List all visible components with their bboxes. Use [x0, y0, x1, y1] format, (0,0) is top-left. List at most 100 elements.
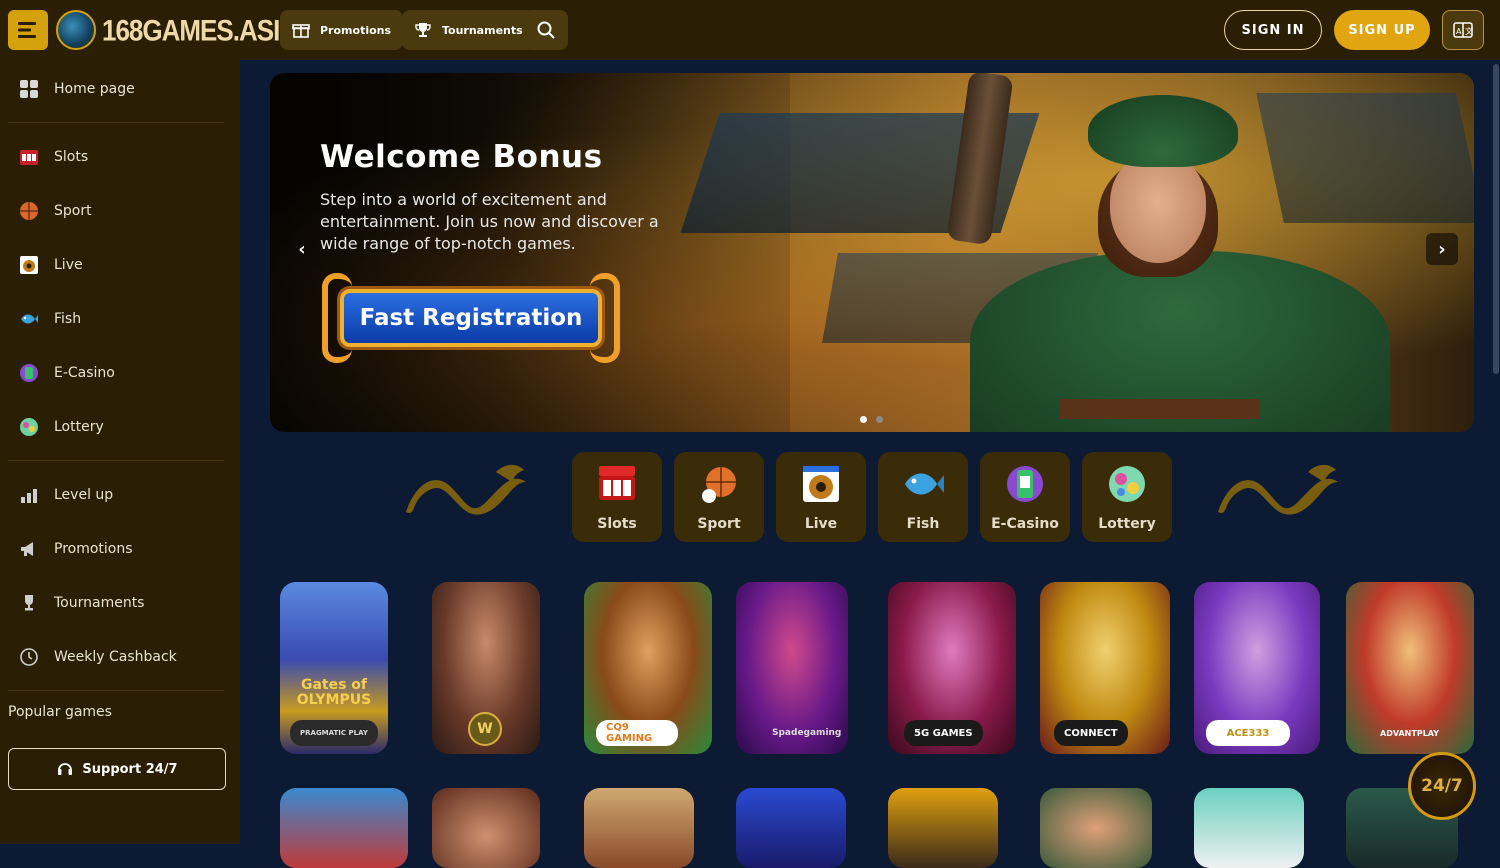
chevron-right-icon: ›	[1438, 238, 1446, 260]
grid-icon	[18, 78, 40, 100]
game-tile-connect[interactable]: CONNECT	[1040, 582, 1170, 754]
sign-in-button[interactable]: SIGN IN	[1224, 10, 1322, 50]
game-tile-ace333[interactable]: ACE333	[1194, 582, 1320, 754]
headset-icon	[58, 763, 73, 775]
category-slots[interactable]: Slots	[572, 452, 662, 542]
game-tile-spadegaming[interactable]: Spadegaming	[736, 582, 848, 754]
dragon-ornament-left-icon	[406, 464, 526, 515]
translate-icon: A文	[1453, 22, 1473, 38]
tournaments-label: Tournaments	[442, 23, 523, 37]
promotions-button[interactable]: Promotions	[280, 10, 404, 50]
category-label: Fish	[906, 516, 940, 532]
sidebar-item-fish[interactable]: Fish	[8, 299, 224, 339]
promo-banner[interactable]: Welcome Bonus Step into a world of excit…	[270, 73, 1474, 432]
category-label: Lottery	[1098, 516, 1156, 532]
category-live[interactable]: Live	[776, 452, 866, 542]
history-icon	[18, 646, 40, 668]
sidebar-item-label: Promotions	[54, 541, 133, 557]
game-tile-cq9[interactable]: CQ9 GAMING	[584, 582, 712, 754]
svg-text:文: 文	[1465, 26, 1473, 36]
sidebar-item-tournaments[interactable]: Tournaments	[8, 583, 224, 623]
sidebar-item-home[interactable]: Home page	[8, 69, 224, 109]
category-fish[interactable]: Fish	[878, 452, 968, 542]
support-button[interactable]: Support 24/7	[8, 748, 226, 790]
game-tile-5g-games[interactable]: 5G GAMES	[888, 582, 1016, 754]
sidebar-item-label: E-Casino	[54, 365, 115, 381]
game-tile[interactable]	[584, 788, 694, 868]
page-scrollbar[interactable]	[1493, 64, 1499, 374]
support-label: Support 24/7	[82, 761, 178, 777]
sidebar-item-label: Sport	[54, 203, 92, 219]
lottery-balls-icon	[18, 416, 40, 438]
sidebar-item-label: Live	[54, 257, 83, 273]
sidebar-item-sport[interactable]: Sport	[8, 191, 224, 231]
sidebar: Home page Slots Sport Live Fish E-Casino…	[0, 60, 240, 844]
top-bar: 168GAMES.ASIA Promotions Tournaments SIG…	[0, 0, 1500, 60]
sidebar-item-e-casino[interactable]: E-Casino	[8, 353, 224, 393]
phone-cards-icon	[1003, 462, 1047, 506]
carousel-prev-button[interactable]: ‹	[286, 233, 318, 265]
floating-support-button[interactable]: 24/7	[1408, 752, 1476, 820]
sign-up-button[interactable]: SIGN UP	[1334, 10, 1430, 50]
category-sport[interactable]: Sport	[674, 452, 764, 542]
cowgirl-face-image	[1110, 153, 1206, 263]
w-badge: W	[468, 712, 502, 746]
game-title-art: Gates of OLYMPUS	[296, 677, 372, 708]
fast-registration-label: Fast Registration	[340, 289, 602, 347]
trophy-icon	[18, 592, 40, 614]
sidebar-item-weekly-cashback[interactable]: Weekly Cashback	[8, 637, 224, 677]
provider-badge: PRAGMATIC PLAY	[290, 720, 378, 746]
banner-description: Step into a world of excitement and ente…	[320, 190, 659, 253]
sidebar-item-live[interactable]: Live	[8, 245, 224, 285]
megaphone-icon	[18, 538, 40, 560]
game-tile-gates-of-olympus[interactable]: Gates of OLYMPUS PRAGMATIC PLAY	[280, 582, 388, 754]
sidebar-item-slots[interactable]: Slots	[8, 137, 224, 177]
search-button[interactable]	[524, 10, 568, 50]
carousel-dot[interactable]	[876, 416, 883, 423]
cowboy-hat-image	[1088, 95, 1238, 167]
sidebar-item-level-up[interactable]: Level up	[8, 475, 224, 515]
sidebar-item-promotions[interactable]: Promotions	[8, 529, 224, 569]
game-tile[interactable]	[1040, 788, 1152, 868]
carousel-next-button[interactable]: ›	[1426, 233, 1458, 265]
provider-badge: ADVANTPLAY	[1380, 728, 1440, 738]
sidebar-item-label: Fish	[54, 311, 82, 327]
sidebar-item-label: Home page	[54, 81, 135, 97]
site-logo[interactable]: 168GAMES.ASIA	[56, 10, 298, 50]
provider-badge: ACE333	[1206, 720, 1290, 746]
trophy-icon	[415, 23, 431, 37]
gift-icon	[292, 24, 310, 38]
game-tile-advantplay[interactable]: ADVANTPLAY	[1346, 582, 1474, 754]
phone-casino-icon	[18, 362, 40, 384]
provider-badge: Spadegaming	[772, 728, 842, 738]
promotions-label: Promotions	[320, 23, 392, 37]
carousel-dot-active[interactable]	[860, 416, 867, 423]
game-tile[interactable]	[280, 788, 408, 868]
game-tile-w[interactable]: W	[432, 582, 540, 754]
category-label: E-Casino	[991, 516, 1059, 532]
category-e-casino[interactable]: E-Casino	[980, 452, 1070, 542]
dragon-logo-icon	[56, 10, 96, 50]
sports-ball-icon	[18, 200, 40, 222]
category-lottery[interactable]: Lottery	[1082, 452, 1172, 542]
game-tile[interactable]	[1194, 788, 1304, 868]
game-tile[interactable]	[888, 788, 998, 868]
game-tile[interactable]	[432, 788, 540, 868]
popular-games-heading[interactable]: Popular games	[8, 704, 112, 720]
sports-balls-icon	[697, 462, 741, 506]
fast-registration-button[interactable]: Fast Registration	[322, 273, 620, 363]
provider-badge: CQ9 GAMING	[596, 720, 678, 746]
level-up-icon	[18, 484, 40, 506]
menu-icon	[18, 22, 36, 38]
hamburger-menu-button[interactable]	[8, 10, 48, 50]
sidebar-item-lottery[interactable]: Lottery	[8, 407, 224, 447]
tournaments-button[interactable]: Tournaments	[402, 10, 535, 50]
belt-image	[1060, 399, 1260, 419]
roulette-wheel-icon	[799, 462, 843, 506]
svg-text:A: A	[1456, 27, 1462, 36]
divider	[8, 690, 224, 691]
game-tile[interactable]	[736, 788, 846, 868]
language-switcher[interactable]: A文	[1442, 10, 1484, 50]
sidebar-item-label: Level up	[54, 487, 114, 503]
search-icon	[537, 21, 555, 39]
